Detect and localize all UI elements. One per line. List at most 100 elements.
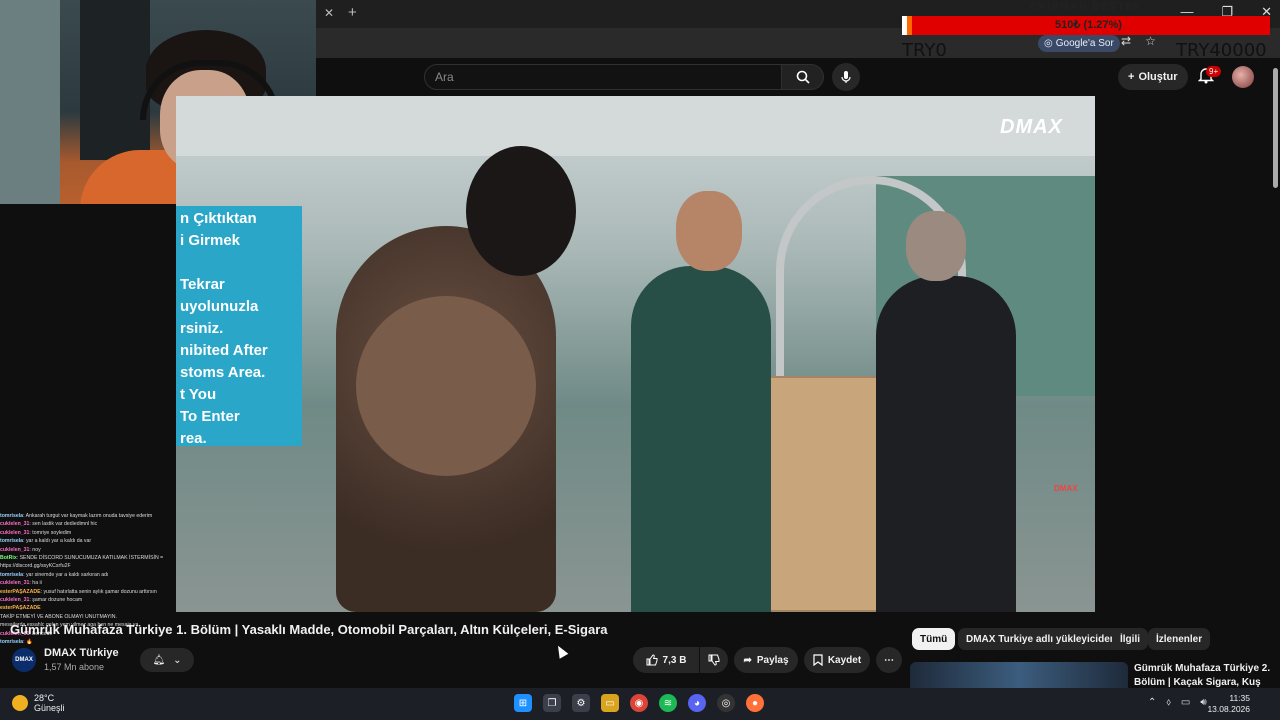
chat-username[interactable]: cuklelen_31: [0, 580, 29, 586]
chat-message: cuklelen_31: noy: [0, 546, 176, 554]
google-ask-button[interactable]: ◎ Google'a Sor: [1038, 35, 1120, 52]
chat-text: https://discord.gg/ssyKCsrfu2F: [0, 563, 71, 570]
dmax-corner-logo: DMAX: [1054, 484, 1078, 493]
bookmark-star-icon[interactable]: ☆: [1145, 34, 1156, 48]
like-button[interactable]: 7,3 B: [633, 647, 699, 673]
share-button[interactable]: ➦ Paylaş: [734, 647, 798, 673]
chat-username[interactable]: cuklelen_31: [0, 547, 29, 553]
file-explorer-icon[interactable]: ▭: [601, 694, 619, 712]
chat-username[interactable]: tomrisela: [0, 572, 23, 578]
airport-sign-text: n Çıktıktan i Girmek Tekrar uyolunuzla r…: [180, 210, 268, 447]
display-icon[interactable]: ▭: [1181, 697, 1190, 708]
notification-badge: 9+: [1206, 66, 1222, 77]
filter-chip[interactable]: DMAX Turkiye adlı yükleyiciden: [958, 628, 1124, 650]
create-button[interactable]: + Oluştur: [1118, 64, 1188, 90]
donation-progress-label: 510₺ (1.27%): [1055, 19, 1122, 31]
chat-text: : sen lastik var dediedimnl hic: [29, 521, 98, 528]
chat-text: : 🔥: [23, 639, 33, 646]
chat-message: tomrisela: Ankarah turgut var kaymak laz…: [0, 512, 176, 520]
chat-message: esterPAŞAZADE: yusuf hatırlatta senin ay…: [0, 588, 176, 596]
chat-message: BotRix: SENDE DİSCORD SUNUCUMUZA KATILMA…: [0, 554, 176, 562]
chat-username[interactable]: BotRix: [0, 555, 17, 561]
close-tab-icon[interactable]: ✕: [324, 6, 334, 20]
save-button[interactable]: Kaydet: [804, 647, 870, 673]
windows-taskbar: 28°C Güneşli ⊞ ❐ ⚙ ▭ ◉ ≋ ◕ ◎ ● ⌃ ⬨ ▭ 🔊︎ …: [0, 688, 1280, 720]
dislike-button[interactable]: [700, 647, 728, 673]
chat-text: : SENDE DİSCORD SUNUCUMUZA KATILMAK İSTE…: [16, 555, 164, 562]
chat-message: cuklelen_31: şamar dozune hocam: [0, 596, 176, 604]
chat-message: esterPAŞAZADE: [0, 604, 176, 612]
channel-avatar[interactable]: DMAX: [12, 648, 36, 672]
spotify-icon[interactable]: ≋: [659, 694, 677, 712]
volume-icon[interactable]: 🔊︎: [1200, 697, 1206, 708]
chat-message: tomrisela: yar a kaldı yar a kaldı da va…: [0, 537, 176, 545]
translate-icon[interactable]: ⇄: [1121, 34, 1131, 48]
sun-icon: [12, 695, 28, 711]
plus-icon: +: [1128, 71, 1135, 83]
mic-icon: [841, 71, 851, 83]
chat-message: cuklelen_31: tomriye soyledim: [0, 529, 176, 537]
search-button[interactable]: [782, 64, 824, 90]
bell-icon: 🔔︎: [152, 654, 166, 666]
settings-icon[interactable]: ⚙: [572, 694, 590, 712]
chat-username[interactable]: tomrisela: [0, 639, 23, 645]
filter-chip[interactable]: İzlenenler: [1148, 628, 1211, 650]
recommended-video-thumbnail[interactable]: [910, 662, 1128, 688]
start-icon[interactable]: ⊞: [514, 694, 532, 712]
dmax-watermark: DMAX: [1000, 116, 1063, 138]
subscriber-count: 1,57 Mn abone: [44, 662, 105, 672]
page-scrollbar[interactable]: [1270, 58, 1280, 688]
firefox-icon[interactable]: ●: [746, 694, 764, 712]
chat-username[interactable]: esterPAŞAZADE: [0, 589, 41, 595]
share-icon: ➦: [743, 654, 752, 666]
account-avatar[interactable]: [1232, 66, 1254, 88]
more-icon: ⋯: [884, 654, 894, 666]
search-icon: [796, 70, 810, 84]
subscription-bell-button[interactable]: 🔔︎ ⌄: [140, 648, 194, 672]
search-input[interactable]: Ara: [424, 64, 782, 90]
chat-text: : Ankarah turgut var kaymak lazım onuda …: [23, 513, 153, 519]
weather-widget[interactable]: 28°C Güneşli: [12, 693, 65, 713]
chat-username[interactable]: cuklelen_31: [0, 597, 29, 603]
chat-username[interactable]: cuklelen_31: [0, 530, 29, 536]
video-title: Gümrük Muhafaza Türkiye 1. Bölüm | Yasak…: [10, 622, 608, 637]
chat-text: : yusuf hatırlatta senin aylık şamar doz…: [40, 588, 157, 595]
channel-name[interactable]: DMAX Türkiye: [44, 647, 119, 659]
chat-text: : yar sinemde yar a kaldı sarkıran adı: [23, 571, 109, 578]
chevron-down-icon: ⌄: [173, 654, 182, 666]
chat-message: tomrisela: 🔥: [0, 638, 176, 646]
recommended-video-title[interactable]: Gümrük Muhafaza Türkiye 2. Bölüm | Kaçak…: [1134, 662, 1274, 690]
new-tab-button[interactable]: +: [348, 4, 357, 21]
youtube-header: Ara + Oluştur 9+: [316, 58, 1280, 96]
video-player[interactable]: n Çıktıktan i Girmek Tekrar uyolunuzla r…: [176, 96, 1095, 612]
chat-text: : noy: [29, 546, 41, 553]
location-icon[interactable]: ⬨: [1166, 697, 1171, 708]
chat-message: TAKİP ETMEYİ VE ABONE OLMAYI UNUTMAYIN.: [0, 613, 176, 621]
more-actions-button[interactable]: ⋯: [876, 647, 902, 673]
chat-message: cuklelen_31: ha ii: [0, 579, 176, 587]
chat-message: cuklelen_31: sen lastik var dediedimnl h…: [0, 520, 176, 528]
donation-progress-bar: 510₺ (1.27%): [902, 16, 1270, 35]
voice-search-button[interactable]: [832, 63, 860, 91]
thumbs-up-icon: [646, 654, 658, 666]
bookmark-icon: [813, 654, 823, 666]
chat-username[interactable]: tomrisela: [0, 513, 23, 519]
chat-username[interactable]: esterPAŞAZADE: [0, 605, 41, 611]
filter-chip[interactable]: İlgili: [1112, 628, 1148, 650]
chat-message: https://discord.gg/ssyKCsrfu2F: [0, 562, 176, 570]
chat-username[interactable]: cuklelen_31: [0, 521, 29, 527]
mouse-cursor: [553, 643, 569, 659]
taskbar-clock[interactable]: 11:35 13.08.2026: [1207, 693, 1250, 715]
obs-icon[interactable]: ◎: [717, 694, 735, 712]
chat-text: : tomriye soyledim: [29, 529, 72, 536]
chat-text: : şamar dozune hocam: [29, 597, 83, 604]
chrome-icon[interactable]: ◉: [630, 694, 648, 712]
chat-message: tomrisela: yar sinemde yar a kaldı sarkı…: [0, 571, 176, 579]
lens-icon: ◎: [1044, 38, 1053, 49]
filter-chip[interactable]: Tümü: [912, 628, 956, 650]
discord-icon[interactable]: ◕: [688, 694, 706, 712]
donation-title: EKİPMAN DESTEK: [1030, 1, 1143, 13]
chat-username[interactable]: tomrisela: [0, 538, 23, 544]
tray-chevron-icon[interactable]: ⌃: [1148, 697, 1156, 708]
task-view-icon[interactable]: ❐: [543, 694, 561, 712]
